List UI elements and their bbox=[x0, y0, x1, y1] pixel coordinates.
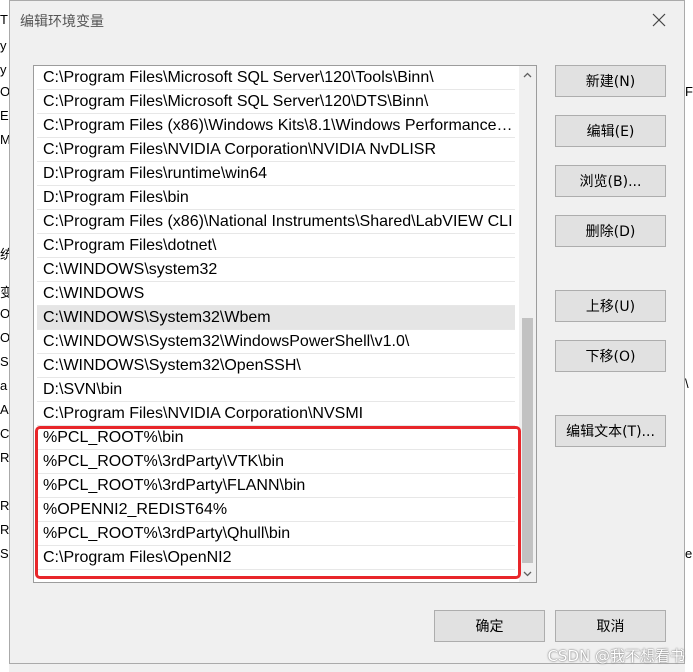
list-item[interactable]: D:\Program Files\bin bbox=[37, 186, 515, 210]
move-down-button[interactable]: 下移(O) bbox=[555, 340, 666, 372]
list-item[interactable]: C:\Program Files\Microsoft SQL Server\12… bbox=[37, 90, 515, 114]
list-item[interactable]: C:\WINDOWS\System32\OpenSSH\ bbox=[37, 354, 515, 378]
bg-char: 变 bbox=[0, 285, 9, 300]
edit-button[interactable]: 编辑(E) bbox=[555, 115, 666, 147]
list-item[interactable]: C:\WINDOWS\System32\Wbem bbox=[37, 306, 515, 330]
close-icon bbox=[652, 13, 666, 27]
path-list[interactable]: C:\Program Files\Microsoft SQL Server\12… bbox=[33, 65, 537, 583]
scroll-down-button[interactable] bbox=[519, 565, 536, 582]
bg-char: y bbox=[0, 38, 7, 53]
watermark: CSDN @我不想看书 bbox=[547, 647, 685, 665]
edit-env-var-dialog: 编辑环境变量 C:\Program Files\Microsoft SQL Se… bbox=[9, 0, 685, 664]
list-item[interactable]: C:\Program Files\OpenNI2 bbox=[37, 546, 515, 570]
chevron-down-icon bbox=[523, 571, 532, 576]
list-item[interactable]: C:\Program Files (x86)\Windows Kits\8.1\… bbox=[37, 114, 515, 138]
bg-char: R bbox=[0, 450, 9, 465]
edit-text-button[interactable]: 编辑文本(T)... bbox=[555, 415, 666, 447]
close-button[interactable] bbox=[644, 7, 674, 33]
background-window-left: T y y O E M 统 变 O O S a A C R R R S bbox=[0, 0, 9, 672]
list-item[interactable]: %PCL_ROOT%\3rdParty\FLANN\bin bbox=[37, 474, 515, 498]
list-item[interactable]: D:\Program Files\runtime\win64 bbox=[37, 162, 515, 186]
bg-char: R bbox=[0, 522, 9, 537]
list-item[interactable]: %OPENNI2_REDIST64% bbox=[37, 498, 515, 522]
new-button[interactable]: 新建(N) bbox=[555, 65, 666, 97]
bg-char: er bbox=[685, 546, 693, 561]
scroll-up-button[interactable] bbox=[519, 66, 536, 83]
move-up-button[interactable]: 上移(U) bbox=[555, 290, 666, 322]
bg-char: E bbox=[0, 108, 9, 123]
list-item[interactable]: D:\SVN\bin bbox=[37, 378, 515, 402]
bg-char: O bbox=[0, 330, 9, 345]
list-item[interactable]: C:\Program Files\Microsoft SQL Server\12… bbox=[37, 66, 515, 90]
background-window-right: F \ er bbox=[685, 0, 693, 672]
delete-button[interactable]: 删除(D) bbox=[555, 215, 666, 247]
bg-char: \ bbox=[685, 376, 689, 391]
path-list-items: C:\Program Files\Microsoft SQL Server\12… bbox=[37, 66, 515, 570]
cancel-button[interactable]: 取消 bbox=[555, 610, 666, 642]
list-item[interactable]: C:\Program Files\NVIDIA Corporation\NVID… bbox=[37, 138, 515, 162]
browse-button[interactable]: 浏览(B)... bbox=[555, 165, 666, 197]
list-item[interactable]: %PCL_ROOT%\bin bbox=[37, 426, 515, 450]
bg-char: O bbox=[0, 84, 9, 99]
bg-char: C bbox=[0, 426, 9, 441]
list-item[interactable]: C:\WINDOWS bbox=[37, 282, 515, 306]
list-item[interactable]: %PCL_ROOT%\3rdParty\VTK\bin bbox=[37, 450, 515, 474]
list-item[interactable]: C:\Program Files\dotnet\ bbox=[37, 234, 515, 258]
bg-char: F bbox=[685, 84, 693, 99]
list-item[interactable]: C:\Program Files (x86)\National Instrume… bbox=[37, 210, 515, 234]
list-item[interactable]: C:\WINDOWS\System32\WindowsPowerShell\v1… bbox=[37, 330, 515, 354]
bg-char: R bbox=[0, 498, 9, 513]
bg-char: T bbox=[0, 12, 8, 27]
bg-char: S bbox=[0, 354, 9, 369]
bg-char: O bbox=[0, 306, 9, 321]
scroll-thumb[interactable] bbox=[522, 318, 533, 563]
bg-char: A bbox=[0, 402, 9, 417]
bg-char: M bbox=[0, 132, 9, 147]
list-item[interactable]: %PCL_ROOT%\3rdParty\Qhull\bin bbox=[37, 522, 515, 546]
bg-char: S bbox=[0, 546, 9, 561]
dialog-title: 编辑环境变量 bbox=[20, 14, 104, 30]
chevron-up-icon bbox=[523, 72, 532, 77]
vertical-scrollbar[interactable] bbox=[519, 66, 536, 582]
bg-char: a bbox=[0, 378, 8, 393]
list-item[interactable]: C:\Program Files\NVIDIA Corporation\NVSM… bbox=[37, 402, 515, 426]
list-item[interactable]: C:\WINDOWS\system32 bbox=[37, 258, 515, 282]
ok-button[interactable]: 确定 bbox=[434, 610, 545, 642]
bg-char: y bbox=[0, 62, 7, 77]
bg-char: 统 bbox=[0, 247, 9, 262]
